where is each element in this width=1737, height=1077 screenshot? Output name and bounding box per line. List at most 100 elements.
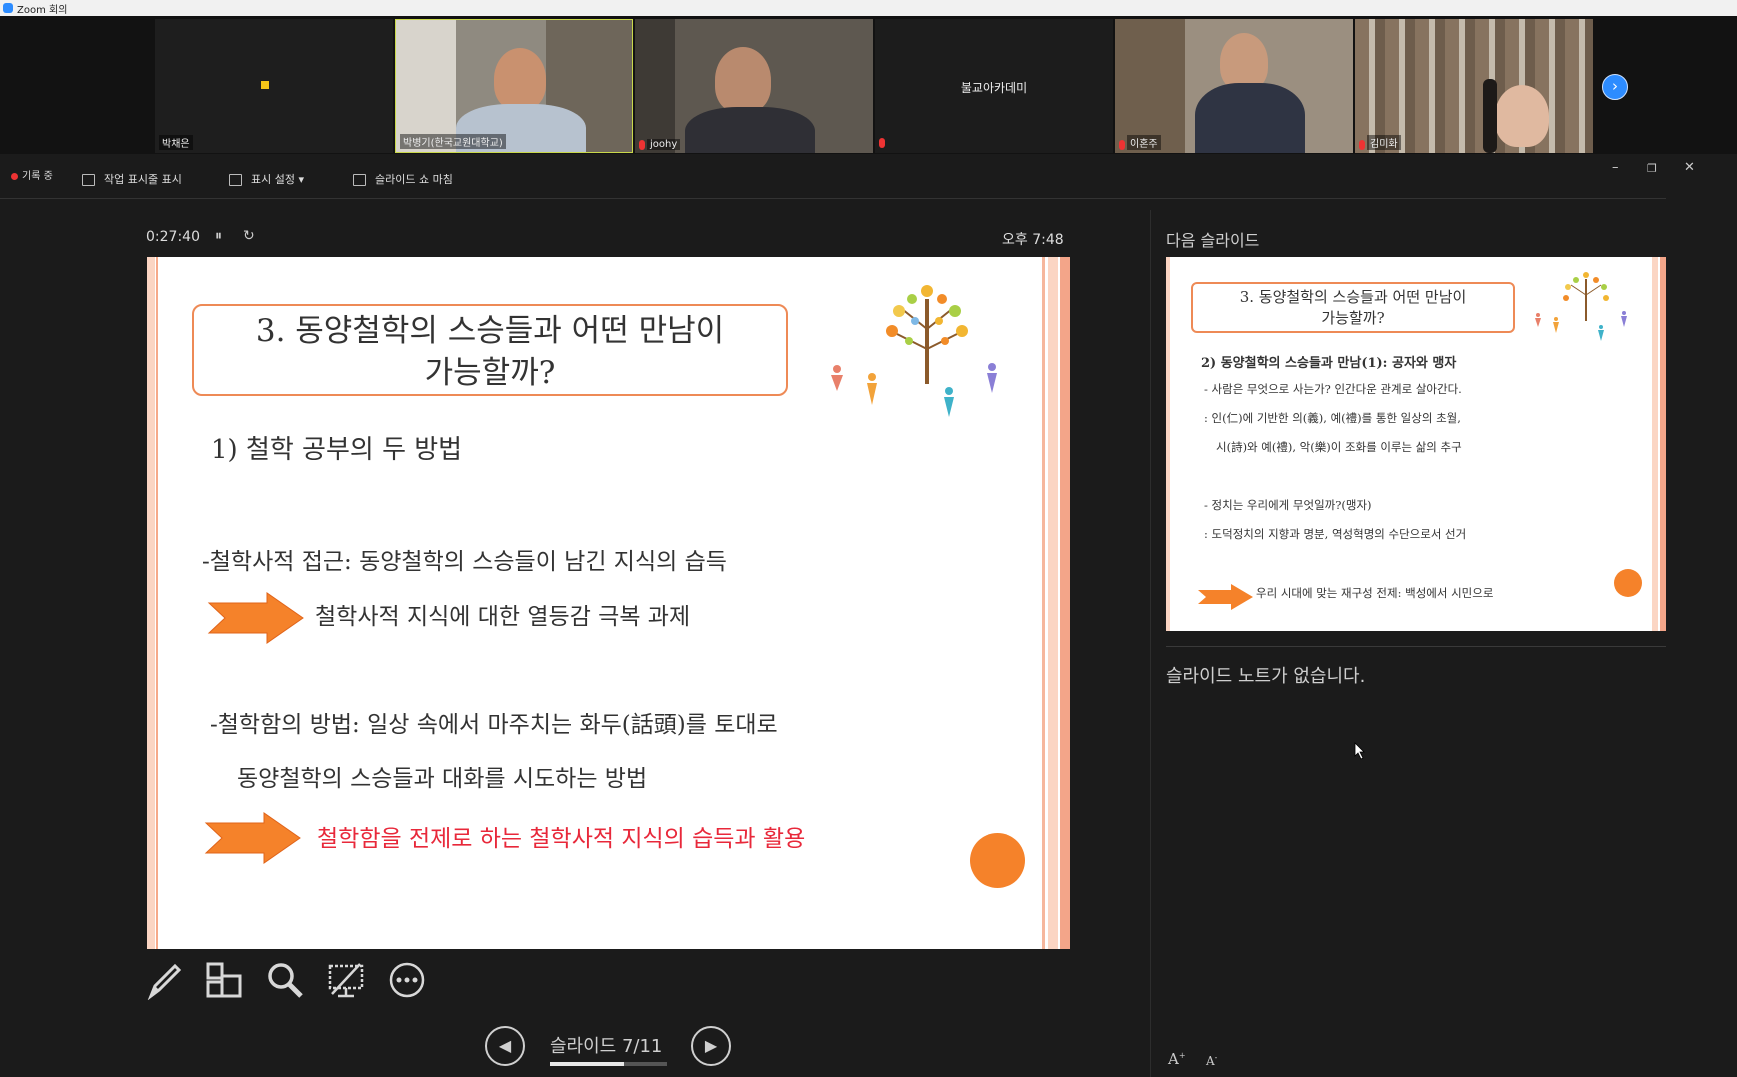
slide-progress-fill	[550, 1062, 624, 1066]
slide-title-box: 3. 동양철학의 스승들과 어떤 만남이 가능할까?	[192, 304, 788, 396]
zoom-app-icon	[3, 3, 13, 13]
current-time: 오후 7:48	[1002, 232, 1064, 248]
preview-line-2: : 인(仁)에 기반한 의(義), 예(禮)를 통한 일상의 초월,	[1204, 411, 1461, 425]
next-slide-label: 다음 슬라이드	[1166, 231, 1260, 250]
slide-notes: 슬라이드 노트가 없습니다.	[1166, 666, 1366, 687]
slide-point-2-line-2: 동양철학의 스승들과 대화를 시도하는 방법	[237, 766, 648, 792]
gallery-next-page-button[interactable]: ›	[1602, 74, 1628, 100]
slide-title-line2: 가능할까?	[424, 355, 556, 391]
participant-name: 박병기(한국교원대학교)	[400, 134, 506, 149]
preview-title-box: 3. 동양철학의 스승들과 어떤 만남이 가능할까?	[1191, 282, 1515, 333]
magnifier-icon[interactable]	[265, 960, 305, 1000]
preview-left-border	[1166, 257, 1170, 631]
orange-circle-decoration	[970, 833, 1025, 888]
preview-line-4: - 정치는 우리에게 무엇일까?(맹자)	[1204, 498, 1372, 512]
preview-title-line2: 가능할까?	[1321, 309, 1385, 327]
preview-title-line1: 3. 동양철학의 스승들과 어떤 만남이	[1239, 288, 1467, 306]
video-background	[1115, 19, 1185, 153]
reset-timer-button[interactable]: ↻	[243, 228, 255, 244]
next-slide-preview[interactable]: 3. 동양철학의 스승들과 어떤 만남이 가능할까? 2) 동양철학의 스승들과…	[1166, 257, 1666, 631]
muted-mic-icon	[1119, 140, 1125, 150]
preview-right-band	[1660, 257, 1666, 631]
preview-line-3: 시(詩)와 예(禮), 악(樂)이 조화를 이루는 삶의 추구	[1216, 440, 1462, 454]
toolbar-divider	[0, 198, 1666, 199]
preview-heading: 2) 동양철학의 스승들과 만남(1): 공자와 맹자	[1201, 356, 1457, 371]
display-settings-icon	[229, 174, 242, 186]
preview-line-5: : 도덕정치의 지향과 명분, 역성혁명의 수단으로서 선거	[1204, 527, 1467, 541]
slides-grid-icon[interactable]	[204, 960, 244, 1000]
tree-and-children-illustration	[831, 285, 997, 417]
increase-font-button[interactable]: A+	[1168, 1050, 1186, 1068]
slide-right-band	[1060, 257, 1070, 949]
participant-hair	[1483, 79, 1497, 153]
panel-divider	[1150, 210, 1151, 1077]
current-slide[interactable]: 3. 동양철학의 스승들과 어떤 만남이 가능할까? 1) 철학 공부의 두 방…	[147, 257, 1070, 949]
window-title: Zoom 회의	[17, 5, 68, 16]
slide-point-1: -철학사적 접근: 동양철학의 스승들이 남긴 지식의 습득	[202, 549, 727, 575]
participant-tile[interactable]: joohy	[635, 19, 873, 153]
minimize-button[interactable]: –	[1612, 160, 1619, 175]
slide-left-border	[147, 257, 155, 949]
participant-name: 박채은	[159, 135, 193, 150]
participant-name: 이혼주	[1127, 135, 1161, 150]
preview-right-band	[1652, 257, 1658, 631]
display-settings-button[interactable]: 표시 설정 ▾	[229, 171, 304, 187]
recording-dot-icon	[11, 172, 18, 180]
tree-and-children-illustration	[1535, 272, 1627, 341]
restore-button[interactable]: ❐	[1647, 162, 1657, 175]
speaking-indicator	[261, 81, 269, 89]
participant-tile[interactable]: 김미화	[1355, 19, 1593, 153]
participant-name: 김미화	[1367, 135, 1401, 150]
slide-left-border-line	[156, 257, 158, 949]
participant-body	[1195, 83, 1305, 153]
slide-counter: 슬라이드 7/11	[550, 1036, 663, 1057]
close-button[interactable]: ✕	[1684, 160, 1695, 175]
orange-arrow-icon	[204, 812, 301, 864]
pen-icon[interactable]	[145, 960, 185, 1000]
slide-heading: 1) 철학 공부의 두 방법	[211, 435, 463, 465]
screen-off-icon[interactable]	[326, 960, 366, 1000]
participant-name: joohy	[647, 139, 681, 150]
pause-timer-button[interactable]: ⏸	[215, 228, 222, 244]
bookshelf-background	[1355, 19, 1593, 153]
participant-face	[715, 47, 771, 113]
mouse-cursor-icon	[1354, 742, 1365, 760]
participant-tile[interactable]: 불교아카데미	[875, 19, 1113, 153]
muted-mic-icon	[1359, 140, 1365, 150]
decrease-font-button[interactable]: A-	[1206, 1053, 1217, 1068]
muted-mic-icon	[639, 140, 645, 150]
preview-line-1: - 사람은 무엇으로 사는가? 인간다운 관계로 살아간다.	[1204, 382, 1462, 396]
slide-right-band	[1048, 257, 1058, 949]
end-slideshow-icon	[353, 174, 366, 186]
orange-arrow-icon	[1198, 584, 1253, 610]
elapsed-timer: 0:27:40	[146, 229, 200, 245]
taskbar-icon	[82, 174, 95, 186]
participant-tile[interactable]: 이혼주	[1115, 19, 1353, 153]
more-icon[interactable]	[387, 960, 427, 1000]
prev-icon: ◀	[498, 1036, 512, 1055]
window-title-bar: Zoom 회의	[0, 0, 1737, 16]
participant-body	[685, 107, 815, 153]
muted-mic-icon	[879, 138, 885, 148]
slide-point-2-result: 철학함을 전제로 하는 철학사적 지식의 습득과 활용	[317, 826, 806, 852]
slide-point-1-result: 철학사적 지식에 대한 열등감 극복 과제	[315, 604, 691, 630]
participant-face	[494, 48, 546, 110]
notes-divider	[1166, 646, 1666, 647]
participant-tile-active-speaker[interactable]: 박병기(한국교원대학교)	[395, 19, 633, 153]
orange-arrow-icon	[207, 592, 304, 644]
end-slideshow-button[interactable]: 슬라이드 쇼 마침	[353, 171, 453, 187]
slide-point-2-line-1: -철학함의 방법: 일상 속에서 마주치는 화두(話頭)를 토대로	[210, 712, 778, 738]
next-icon: ▶	[704, 1036, 718, 1055]
next-slide-button[interactable]: ▶	[691, 1026, 731, 1066]
video-background	[635, 19, 675, 153]
preview-arrow-text: 우리 시대에 맞는 재구성 전제: 백성에서 시민으로	[1256, 586, 1494, 600]
participant-tile[interactable]: 박채은	[155, 19, 393, 153]
previous-slide-button[interactable]: ◀	[485, 1026, 525, 1066]
slide-title-line1: 3. 동양철학의 스승들과 어떤 만남이	[255, 313, 725, 349]
show-taskbar-button[interactable]: 작업 표시줄 표시	[82, 171, 182, 187]
participant-name-center: 불교아카데미	[960, 81, 1028, 95]
participant-face	[1495, 85, 1549, 147]
slide-right-band	[1042, 257, 1045, 949]
orange-circle-decoration	[1614, 569, 1642, 597]
recording-indicator[interactable]: 기록 중	[11, 167, 53, 182]
